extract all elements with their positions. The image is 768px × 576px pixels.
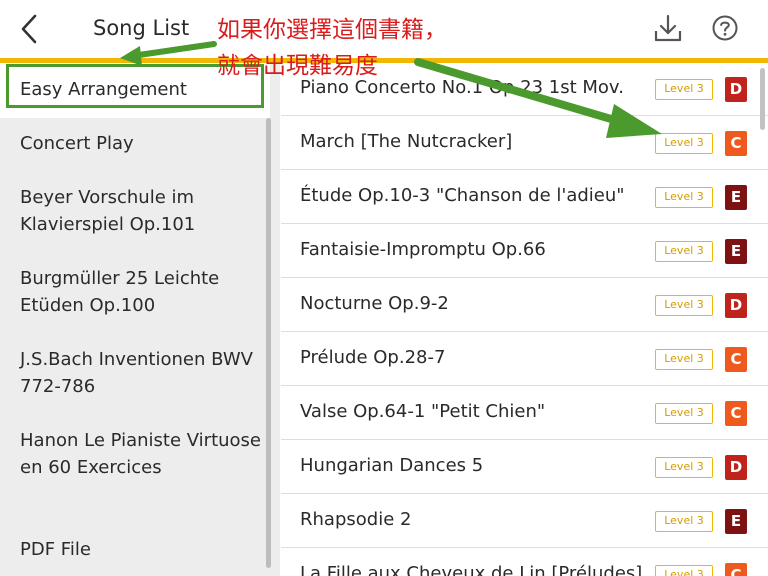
song-row[interactable]: Fantaisie-Impromptu Op.66 Level 3 E bbox=[281, 225, 768, 278]
sidebar-item-concert-play[interactable]: Concert Play bbox=[0, 130, 270, 157]
level-badge: Level 3 bbox=[655, 79, 713, 100]
grade-badge: D bbox=[725, 455, 747, 480]
song-list-scrollbar[interactable] bbox=[760, 68, 765, 130]
song-title: Étude Op.10-3 "Chanson de l'adieu" bbox=[300, 185, 625, 206]
level-badge: Level 3 bbox=[655, 349, 713, 370]
grade-badge: D bbox=[725, 293, 747, 318]
song-title: March [The Nutcracker] bbox=[300, 131, 513, 152]
song-row[interactable]: March [The Nutcracker] Level 3 C bbox=[281, 117, 768, 170]
song-list: Piano Concerto No.1 Op.23 1st Mov. Level… bbox=[281, 63, 768, 576]
level-badge: Level 3 bbox=[655, 295, 713, 316]
song-row[interactable]: Hungarian Dances 5 Level 3 D bbox=[281, 441, 768, 494]
annotation-text-line-1: 如果你選擇這個書籍， bbox=[217, 17, 447, 43]
song-row[interactable]: Rhapsodie 2 Level 3 E bbox=[281, 495, 768, 548]
chevron-left-icon bbox=[21, 14, 37, 44]
song-row[interactable]: Nocturne Op.9-2 Level 3 D bbox=[281, 279, 768, 332]
download-button[interactable] bbox=[652, 13, 684, 45]
song-title: Prélude Op.28-7 bbox=[300, 347, 446, 368]
grade-badge: E bbox=[725, 185, 747, 210]
grade-badge: D bbox=[725, 77, 747, 102]
sidebar-item-bach[interactable]: J.S.Bach Inventionen BWV 772-786 bbox=[0, 346, 262, 400]
level-badge: Level 3 bbox=[655, 133, 713, 154]
song-title: La Fille aux Cheveux de Lin [Préludes] bbox=[300, 563, 643, 576]
sidebar-item-label: Easy Arrangement bbox=[20, 79, 187, 100]
sidebar-item-label: PDF File bbox=[20, 539, 91, 560]
grade-badge: C bbox=[725, 401, 747, 426]
page-title: Song List bbox=[93, 16, 190, 40]
download-icon bbox=[654, 14, 682, 42]
grade-badge: E bbox=[725, 509, 747, 534]
sidebar-item-burgmuller[interactable]: Burgmüller 25 Leichte Etüden Op.100 bbox=[0, 265, 262, 319]
song-row[interactable]: Valse Op.64-1 "Petit Chien" Level 3 C bbox=[281, 387, 768, 440]
sidebar-item-label: Burgmüller 25 Leichte Etüden Op.100 bbox=[20, 268, 220, 316]
sidebar-scrollbar[interactable] bbox=[266, 118, 271, 568]
grade-badge: E bbox=[725, 239, 747, 264]
song-row[interactable]: Prélude Op.28-7 Level 3 C bbox=[281, 333, 768, 386]
level-badge: Level 3 bbox=[655, 187, 713, 208]
level-badge: Level 3 bbox=[655, 403, 713, 424]
song-title: Piano Concerto No.1 Op.23 1st Mov. bbox=[300, 77, 624, 98]
song-row[interactable]: La Fille aux Cheveux de Lin [Préludes] L… bbox=[281, 549, 768, 576]
song-title: Rhapsodie 2 bbox=[300, 509, 412, 530]
question-circle-icon bbox=[712, 15, 738, 41]
sidebar-item-label: Beyer Vorschule im Klavierspiel Op.101 bbox=[20, 187, 196, 235]
level-badge: Level 3 bbox=[655, 457, 713, 478]
sidebar: Easy Arrangement Concert Play Beyer Vors… bbox=[0, 63, 280, 576]
song-title: Nocturne Op.9-2 bbox=[300, 293, 449, 314]
sidebar-item-label: Hanon Le Pianiste Virtuose en 60 Exercic… bbox=[20, 430, 262, 478]
sidebar-item-label: Concert Play bbox=[20, 133, 134, 154]
song-title: Fantaisie-Impromptu Op.66 bbox=[300, 239, 546, 260]
level-badge: Level 3 bbox=[655, 511, 713, 532]
sidebar-item-pdf-file[interactable]: PDF File bbox=[0, 536, 270, 563]
back-button[interactable] bbox=[14, 12, 44, 46]
level-badge: Level 3 bbox=[655, 565, 713, 576]
help-button[interactable] bbox=[710, 13, 740, 43]
sidebar-item-beyer[interactable]: Beyer Vorschule im Klavierspiel Op.101 bbox=[0, 184, 262, 238]
song-title: Valse Op.64-1 "Petit Chien" bbox=[300, 401, 546, 422]
grade-badge: C bbox=[725, 563, 747, 576]
sidebar-item-label: J.S.Bach Inventionen BWV 772-786 bbox=[20, 349, 253, 397]
grade-badge: C bbox=[725, 131, 747, 156]
song-row[interactable]: Étude Op.10-3 "Chanson de l'adieu" Level… bbox=[281, 171, 768, 224]
level-badge: Level 3 bbox=[655, 241, 713, 262]
annotation-text-line-2: 就會出現難易度 bbox=[217, 53, 378, 79]
sidebar-item-hanon[interactable]: Hanon Le Pianiste Virtuose en 60 Exercic… bbox=[0, 427, 262, 481]
song-title: Hungarian Dances 5 bbox=[300, 455, 484, 476]
grade-badge: C bbox=[725, 347, 747, 372]
